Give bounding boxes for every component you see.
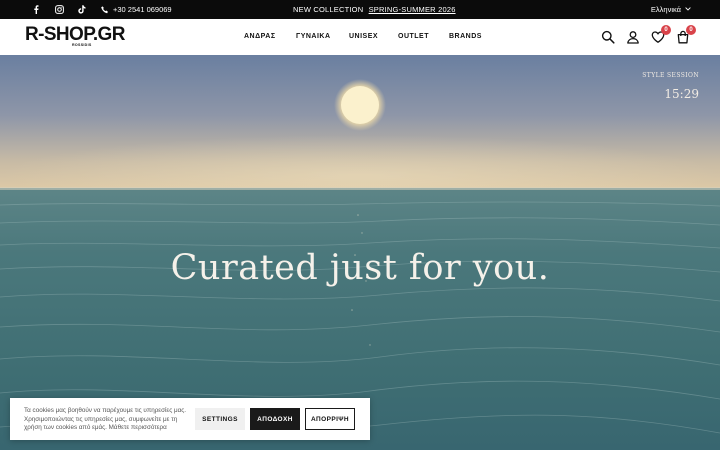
- language-selector[interactable]: Ελληνικά: [651, 5, 691, 14]
- announcement-prefix: NEW COLLECTION: [293, 5, 364, 14]
- announcement: NEW COLLECTION SPRING-SUMMER 2026: [293, 5, 456, 14]
- hero-banner: STYLE SESSION 15:29 Curated just for you…: [0, 55, 720, 450]
- style-session-label: STYLE SESSION: [642, 72, 699, 79]
- social-links: +30 2541 069069: [31, 5, 172, 15]
- search-icon[interactable]: [601, 30, 615, 44]
- top-announcement-bar: +30 2541 069069 NEW COLLECTION SPRING-SU…: [0, 0, 720, 19]
- language-label: Ελληνικά: [650, 5, 681, 14]
- collection-link[interactable]: SPRING-SUMMER 2026: [369, 5, 456, 14]
- instagram-icon[interactable]: [54, 5, 64, 15]
- session-clock: 15:29: [664, 87, 699, 101]
- tiktok-icon[interactable]: [77, 5, 87, 15]
- facebook-icon[interactable]: [31, 5, 41, 15]
- wishlist-button[interactable]: 0: [651, 25, 671, 44]
- cart-button[interactable]: 0: [676, 25, 696, 44]
- hero-headline: Curated just for you.: [170, 248, 550, 288]
- phone-icon: [100, 5, 110, 15]
- wishlist-count-badge: 0: [661, 25, 671, 35]
- cookie-consent-banner: Τα cookies μας βοηθούν να παρέχουμε τις …: [10, 398, 370, 440]
- cookie-settings-button[interactable]: SETTINGS: [195, 408, 245, 430]
- phone-link[interactable]: +30 2541 069069: [100, 5, 172, 15]
- account-icon[interactable]: [626, 30, 640, 44]
- header-tools: 0 0: [0, 19, 720, 55]
- chevron-down-icon: [685, 6, 691, 13]
- site-header: R-SHOP.GR ROSSIDIS ΑΝΔΡΑΣ ΓΥΝΑΙΚΑ UNISEX…: [0, 19, 720, 55]
- cookie-message: Τα cookies μας βοηθούν να παρέχουμε τις …: [24, 407, 187, 431]
- cookie-accept-button[interactable]: ΑΠΟΔΟΧΗ: [250, 408, 300, 430]
- cart-count-badge: 0: [686, 25, 696, 35]
- cookie-reject-button[interactable]: ΑΠΟΡΡΙΨΗ: [305, 408, 355, 430]
- phone-number: +30 2541 069069: [113, 5, 172, 14]
